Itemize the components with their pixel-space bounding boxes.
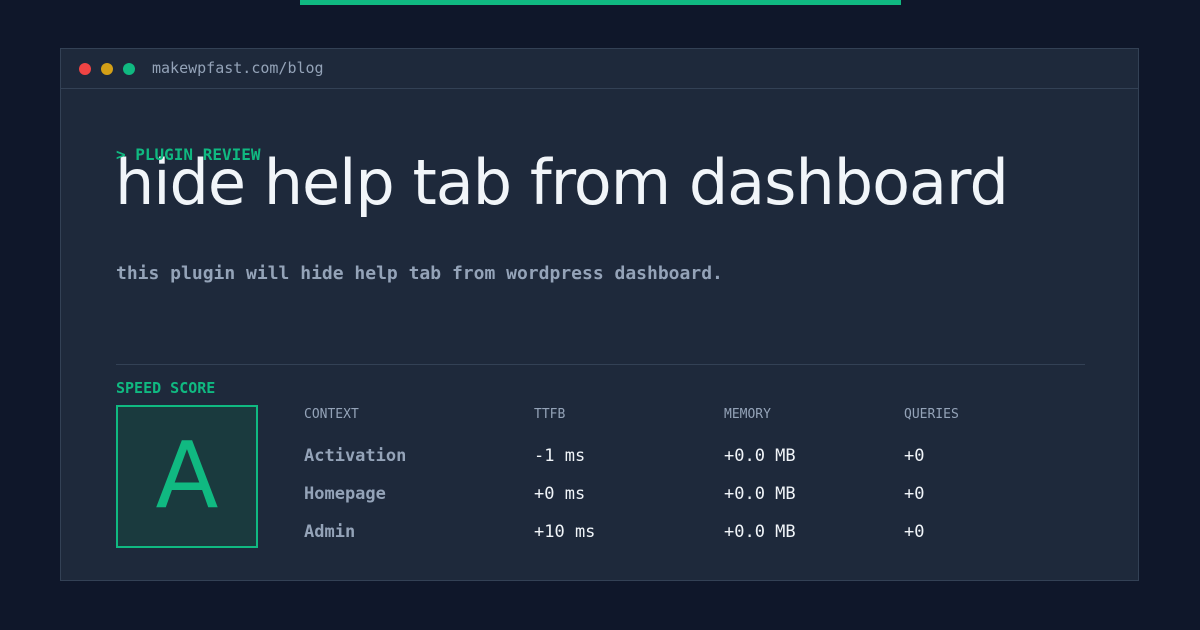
admin-ttfb-cell: +10 ms xyxy=(534,522,596,542)
context-column-header: CONTEXT xyxy=(304,407,359,422)
homepage-ttfb-cell: +0 ms xyxy=(534,484,586,504)
activation-ttfb-cell: -1 ms xyxy=(534,446,586,466)
window-titlebar: makewpfast.com/blog xyxy=(61,49,1138,89)
top-accent-bar xyxy=(300,0,901,5)
activation-queries-cell: +0 xyxy=(904,446,925,466)
activation-memory-cell: +0.0 MB xyxy=(724,446,796,466)
homepage-memory-cell: +0.0 MB xyxy=(724,484,796,504)
memory-column-header: MEMORY xyxy=(724,407,771,422)
maximize-window-icon[interactable] xyxy=(123,63,135,75)
close-window-icon[interactable] xyxy=(79,63,91,75)
url-text: makewpfast.com/blog xyxy=(152,59,324,77)
homepage-context-cell: Homepage xyxy=(304,484,386,504)
plugin-description: this plugin will hide help tab from word… xyxy=(116,263,723,284)
homepage-queries-cell: +0 xyxy=(904,484,925,504)
activation-context-cell: Activation xyxy=(304,446,407,466)
admin-memory-cell: +0.0 MB xyxy=(724,522,796,542)
performance-metrics-table: CONTEXT TTFB MEMORY QUERIES Activation -… xyxy=(304,407,1084,552)
speed-score-label: SPEED SCORE xyxy=(116,379,216,397)
minimize-window-icon[interactable] xyxy=(101,63,113,75)
ttfb-column-header: TTFB xyxy=(534,407,566,422)
admin-context-cell: Admin xyxy=(304,522,356,542)
admin-queries-cell: +0 xyxy=(904,522,925,542)
browser-window: makewpfast.com/blog > PLUGIN REVIEW hide… xyxy=(60,48,1139,581)
speed-grade-letter: A xyxy=(155,422,219,529)
speed-grade-badge: A xyxy=(116,405,258,548)
plugin-review-label: > PLUGIN REVIEW xyxy=(116,145,261,164)
queries-column-header: QUERIES xyxy=(904,407,959,422)
section-divider xyxy=(116,364,1085,365)
